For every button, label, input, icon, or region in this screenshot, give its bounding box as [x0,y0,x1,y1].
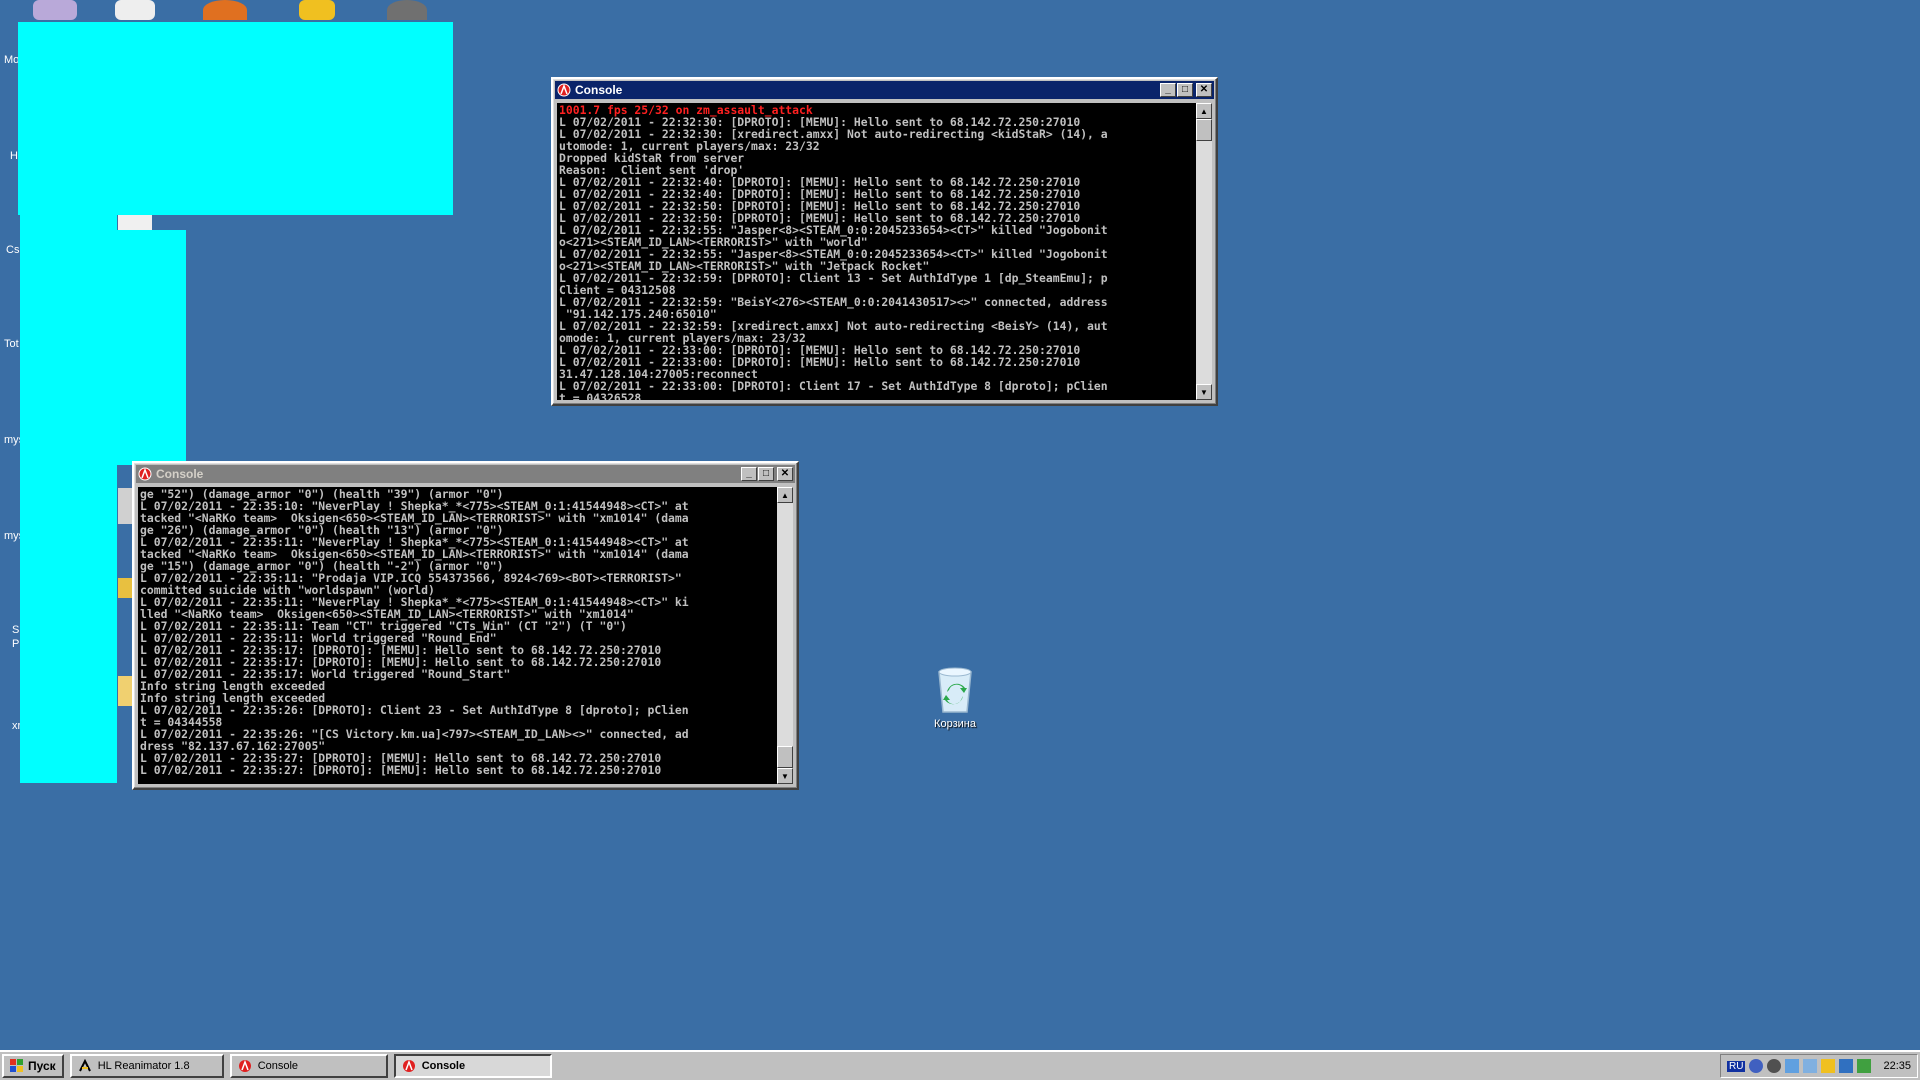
redaction-mask [117,230,186,465]
desktop-icon-my-computer[interactable] [20,0,90,20]
vertical-scrollbar[interactable]: ▲ ▼ [1196,103,1212,400]
console-window-top[interactable]: Console _ □ ✕ 1001.7 fps 25/32 on zm_ass… [551,77,1218,406]
console-output[interactable]: 1001.7 fps 25/32 on zm_assault_attack L 0… [557,103,1212,400]
network-icon[interactable] [1749,1059,1764,1073]
minimize-button[interactable]: _ [741,467,757,481]
desktop-icon-partial[interactable] [118,488,132,524]
taskbar-item-label: HL Reanimator 1.8 [97,1060,190,1072]
clock[interactable]: 22:35 [1883,1060,1911,1072]
arrow-up-icon: ▲ [781,490,789,500]
desktop-icon-partial[interactable] [118,578,132,598]
console-window-bottom[interactable]: Console _ □ ✕ ge "52") (damage_armor "0"… [132,461,799,790]
half-life-icon [238,1059,251,1072]
taskbar-item-console-active[interactable]: Console [393,1054,552,1078]
desktop-icon-steam[interactable] [372,0,442,20]
taskbar-item-label: Console [421,1060,466,1072]
vertical-scrollbar[interactable]: ▲ ▼ [777,487,793,784]
app-tray-icon[interactable] [1803,1059,1818,1073]
redaction-mask [18,22,453,215]
desktop-icon-partial[interactable] [118,676,132,706]
maximize-button[interactable]: □ [1177,83,1193,97]
desktop-label-fragment: P [12,638,20,650]
start-label: Пуск [28,1059,56,1073]
window-title: Console [156,467,204,481]
windows-logo-icon [10,1059,23,1072]
scroll-track[interactable] [777,503,793,768]
system-tray: RU 22:35 [1720,1054,1918,1078]
taskbar: Пуск HL Reanimator 1.8 Console Console R… [0,1050,1920,1080]
desktop-label-fragment: Cs [6,244,20,256]
maximize-icon: □ [762,468,770,479]
close-icon: ✕ [1199,84,1209,95]
scroll-down-button[interactable]: ▼ [777,768,793,784]
taskbar-item-label: Console [257,1060,299,1072]
half-life-icon [402,1059,415,1072]
console-line: L 07/02/2011 - 22:33:00: [DPROTO]: Clien… [559,379,1108,393]
firefox-icon [203,0,247,20]
title-bar[interactable]: Console _ □ ✕ [555,81,1214,99]
scroll-up-button[interactable]: ▲ [777,487,793,503]
steam-icon [387,0,427,20]
desktop-icon-firefox[interactable] [190,0,260,20]
minimize-button[interactable]: _ [1160,83,1176,97]
arrow-up-icon: ▲ [1200,106,1208,116]
arrow-down-icon: ▼ [1200,387,1208,397]
language-indicator[interactable]: RU [1727,1060,1746,1072]
desktop-label-fragment: Mo [4,54,20,66]
computer-icon [33,0,77,20]
close-icon: ✕ [780,468,790,479]
reanimator-tray-icon[interactable] [1821,1059,1836,1073]
app-tray-icon[interactable] [1857,1059,1872,1073]
title-bar[interactable]: Console _ □ ✕ [136,465,795,483]
recycle-bin-icon [938,667,972,713]
steam-tray-icon[interactable] [1767,1059,1782,1073]
console-log: ge "52") (damage_armor "0") (health "39"… [138,487,777,784]
half-life-icon [138,467,152,481]
arrow-down-icon: ▼ [781,771,789,781]
desktop-label-fragment: Tot [4,338,19,350]
maximize-button[interactable]: □ [758,467,774,481]
scroll-down-button[interactable]: ▼ [1196,384,1212,400]
desktop-icon-lightning-app[interactable] [282,0,352,20]
taskbar-item-hl-reanimator[interactable]: HL Reanimator 1.8 [69,1054,224,1078]
console-log: 1001.7 fps 25/32 on zm_assault_attack L 0… [557,103,1196,400]
console-line: t = 04326528 [559,391,642,400]
start-button[interactable]: Пуск [2,1054,64,1078]
desktop-icon-documents[interactable] [100,0,170,20]
document-icon [115,0,155,20]
minimize-icon: _ [1165,84,1171,95]
close-button[interactable]: ✕ [1196,83,1212,97]
taskbar-item-console[interactable]: Console [229,1054,388,1078]
lightning-icon [299,0,335,20]
console-line: L 07/02/2011 - 22:35:27: [DPROTO]: [MEMU… [140,763,662,777]
scroll-thumb[interactable] [1196,119,1212,141]
desktop-icon-recycle-bin[interactable]: Корзина [920,666,990,730]
maximize-icon: □ [1181,84,1189,95]
window-title: Console [575,83,623,97]
app-tray-icon[interactable] [1839,1059,1854,1073]
redaction-mask [20,215,117,783]
app-tray-icon[interactable] [1785,1059,1800,1073]
scroll-thumb[interactable] [777,746,793,768]
desktop-label-fragment: S [12,624,20,636]
console-line: L 07/02/2011 - 22:35:26: [DPROTO]: Clien… [140,703,689,717]
scroll-up-button[interactable]: ▲ [1196,103,1212,119]
close-button[interactable]: ✕ [777,467,793,481]
console-output[interactable]: ge "52") (damage_armor "0") (health "39"… [138,487,793,784]
scroll-track[interactable] [1196,119,1212,384]
recycle-bin-label: Корзина [934,718,976,730]
reanimator-icon [78,1059,91,1072]
minimize-icon: _ [746,468,752,479]
half-life-icon [557,83,571,97]
desktop-label-fragment: H [10,150,18,162]
